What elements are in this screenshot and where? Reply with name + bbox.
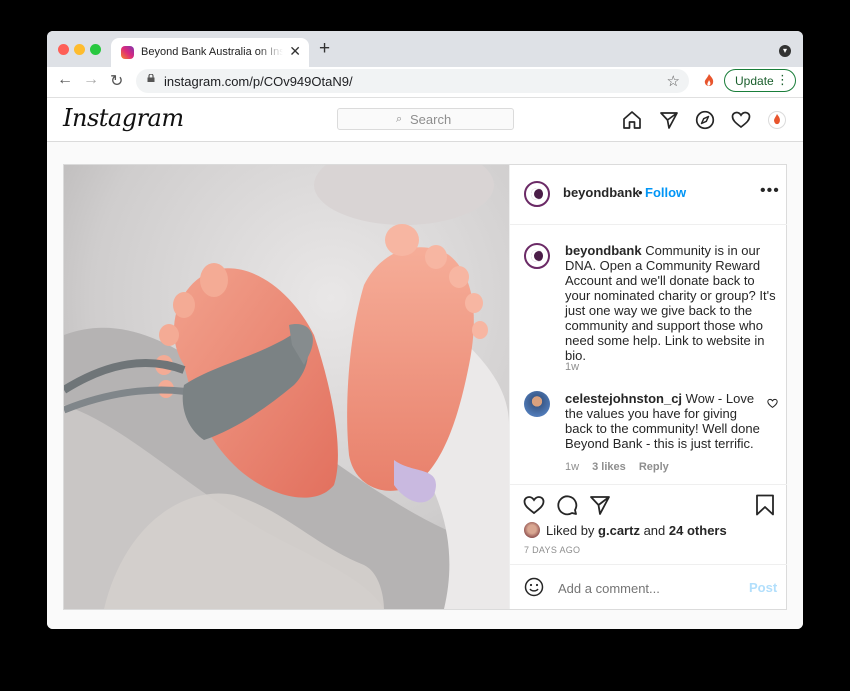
- comment-author[interactable]: celestejohnston_cj: [565, 391, 682, 406]
- liked-by-user[interactable]: g.cartz: [598, 523, 640, 538]
- caption-author[interactable]: beyondbank: [565, 243, 642, 258]
- address-bar[interactable]: instagram.com/p/COv949OtaN9/ ☆: [136, 69, 689, 93]
- caption-author-avatar[interactable]: [524, 243, 550, 269]
- instagram-favicon-icon: [121, 46, 134, 59]
- comment-meta: 1w 3 likes Reply: [565, 461, 679, 473]
- more-options-icon[interactable]: •••: [760, 182, 780, 200]
- close-tab-icon[interactable]: ✕: [289, 43, 301, 60]
- caption-time[interactable]: 1w: [565, 361, 579, 373]
- liked-by-and: and: [643, 523, 666, 538]
- browser-toolbar: ← → ↻ instagram.com/p/COv949OtaN9/ ☆ Upd…: [47, 67, 803, 98]
- save-bookmark-icon[interactable]: [754, 494, 776, 516]
- post-caption: beyondbank Community is in our DNA. Open…: [565, 243, 780, 363]
- tab-bar: Beyond Bank Australia on Instagram ✕ + ▾: [47, 31, 803, 67]
- liked-by-summary: Liked by g.cartz and 24 others: [546, 523, 727, 538]
- post-card: beyondbank • Follow ••• beyondbank Commu…: [63, 164, 787, 610]
- post-header: beyondbank • Follow •••: [510, 165, 787, 225]
- direct-message-icon[interactable]: [659, 110, 679, 130]
- browser-menu-icon[interactable]: ⋮: [776, 72, 789, 88]
- comment-bubble-icon[interactable]: [556, 494, 578, 516]
- update-button[interactable]: Update ⋮: [724, 69, 796, 92]
- profile-avatar[interactable]: [768, 111, 786, 129]
- url-text: instagram.com/p/COv949OtaN9/: [164, 74, 353, 89]
- like-heart-icon[interactable]: [523, 494, 545, 516]
- post-photo[interactable]: [64, 165, 509, 609]
- back-icon[interactable]: ←: [57, 71, 73, 89]
- comment-likes[interactable]: 3 likes: [592, 461, 626, 473]
- search-input[interactable]: ⌕ Search: [337, 108, 514, 130]
- minimize-window-button[interactable]: [74, 44, 85, 55]
- emoji-smiley-icon[interactable]: [524, 577, 544, 597]
- comment-author-avatar[interactable]: [524, 391, 550, 417]
- reply-button[interactable]: Reply: [639, 461, 669, 473]
- author-username[interactable]: beyondbank: [563, 185, 640, 200]
- instagram-logo[interactable]: Instagram: [63, 104, 184, 132]
- author-avatar[interactable]: [524, 181, 550, 207]
- add-comment-bar: Post: [510, 564, 787, 610]
- bookmark-star-icon[interactable]: ☆: [667, 72, 680, 90]
- post-sidebar: beyondbank • Follow ••• beyondbank Commu…: [509, 165, 787, 609]
- update-label: Update: [735, 74, 774, 88]
- comment: celestejohnston_cj Wow - Love the values…: [565, 391, 760, 451]
- comment-time[interactable]: 1w: [565, 461, 579, 473]
- add-comment-input[interactable]: [556, 580, 730, 597]
- new-tab-icon[interactable]: +: [319, 38, 330, 60]
- separator-dot: •: [638, 185, 643, 200]
- liked-by-others[interactable]: 24 others: [669, 523, 727, 538]
- post-actions: Liked by g.cartz and 24 others 7 DAYS AG…: [510, 484, 787, 610]
- instagram-header: Instagram ⌕ Search: [47, 98, 803, 142]
- comment-like-heart-icon[interactable]: [767, 398, 778, 409]
- tab-search-icon[interactable]: ▾: [779, 45, 791, 57]
- post-comment-button[interactable]: Post: [749, 580, 777, 595]
- maximize-window-button[interactable]: [90, 44, 101, 55]
- explore-compass-icon[interactable]: [695, 110, 715, 130]
- page-content: beyondbank • Follow ••• beyondbank Commu…: [47, 142, 803, 629]
- close-window-button[interactable]: [58, 44, 69, 55]
- home-icon[interactable]: [622, 110, 642, 130]
- tab-title: Beyond Bank Australia on Instagram: [141, 46, 283, 58]
- liker-avatar[interactable]: [524, 522, 540, 538]
- browser-window: Beyond Bank Australia on Instagram ✕ + ▾…: [47, 31, 803, 629]
- reload-icon[interactable]: ↻: [110, 71, 123, 91]
- lock-icon: [147, 74, 155, 82]
- search-placeholder: Search: [410, 112, 452, 127]
- tab-active[interactable]: Beyond Bank Australia on Instagram ✕: [111, 38, 309, 67]
- extension-flame-icon[interactable]: [702, 73, 716, 89]
- caption-text: Community is in our DNA. Open a Communit…: [565, 243, 776, 363]
- post-date[interactable]: 7 DAYS AGO: [524, 545, 580, 555]
- activity-heart-icon[interactable]: [731, 110, 751, 130]
- follow-button[interactable]: Follow: [645, 185, 686, 200]
- share-icon[interactable]: [589, 494, 611, 516]
- forward-icon[interactable]: →: [83, 71, 99, 89]
- search-icon: ⌕: [396, 113, 403, 125]
- liked-by-prefix: Liked by: [546, 523, 595, 538]
